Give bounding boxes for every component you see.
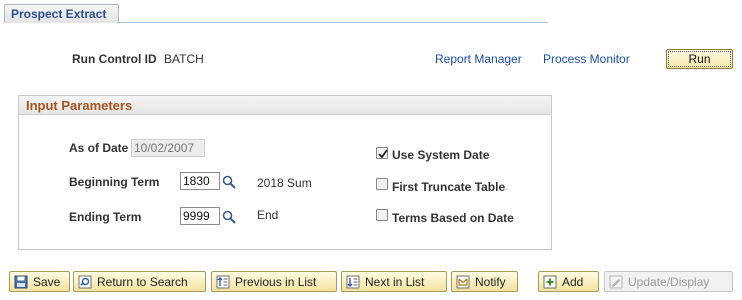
ending-term-input[interactable]: 9999 [180, 207, 220, 225]
input-parameters-group [18, 95, 552, 250]
add-label: Add [562, 274, 584, 289]
as-of-date-field: 10/02/2007 [131, 139, 205, 157]
add-button[interactable]: Add [538, 271, 599, 292]
previous-in-list-button[interactable]: Previous in List [211, 271, 337, 292]
ending-term-description: End [257, 208, 279, 222]
beginning-term-input[interactable]: 1830 [180, 172, 220, 190]
run-control-id-label: Run Control ID [72, 52, 157, 66]
beginning-term-label: Beginning Term [69, 175, 160, 189]
return-to-search-label: Return to Search [97, 274, 188, 289]
previous-in-list-label: Previous in List [235, 274, 317, 289]
ending-term-label: Ending Term [69, 210, 142, 224]
run-control-id-value: BATCH [164, 52, 204, 66]
notify-label: Notify [475, 274, 506, 289]
save-icon [14, 275, 28, 288]
previous-in-list-icon [216, 275, 230, 288]
next-in-list-button[interactable]: Next in List [341, 271, 447, 292]
add-icon [543, 275, 557, 288]
first-truncate-table-label: First Truncate Table [392, 180, 506, 194]
terms-based-on-date-label: Terms Based on Date [392, 211, 514, 225]
update-display-button: Update/Display [604, 271, 733, 292]
beginning-term-lookup-icon[interactable] [222, 175, 236, 189]
update-display-icon [609, 275, 623, 288]
checkmark-icon [378, 149, 388, 159]
save-button[interactable]: Save [9, 271, 70, 292]
notify-button[interactable]: Notify [451, 271, 518, 292]
first-truncate-table-checkbox[interactable] [376, 178, 388, 190]
update-display-label: Update/Display [628, 274, 710, 289]
next-in-list-icon [346, 275, 360, 288]
return-to-search-icon [78, 275, 92, 288]
process-monitor-link[interactable]: Process Monitor [543, 52, 630, 66]
notify-icon [456, 275, 470, 288]
use-system-date-label: Use System Date [392, 148, 490, 162]
run-button[interactable]: Run [666, 49, 733, 69]
as-of-date-label: As of Date [69, 141, 129, 155]
ending-term-lookup-icon[interactable] [222, 210, 236, 224]
input-parameters-title: Input Parameters [26, 98, 133, 113]
report-manager-link[interactable]: Report Manager [435, 52, 522, 66]
save-label: Save [33, 274, 61, 289]
tab-prospect-extract[interactable]: Prospect Extract [4, 4, 119, 23]
beginning-term-description: 2018 Sum [257, 176, 312, 190]
use-system-date-checkbox[interactable] [376, 147, 388, 159]
terms-based-on-date-checkbox[interactable] [376, 209, 388, 221]
next-in-list-label: Next in List [365, 274, 425, 289]
return-to-search-button[interactable]: Return to Search [73, 271, 206, 292]
